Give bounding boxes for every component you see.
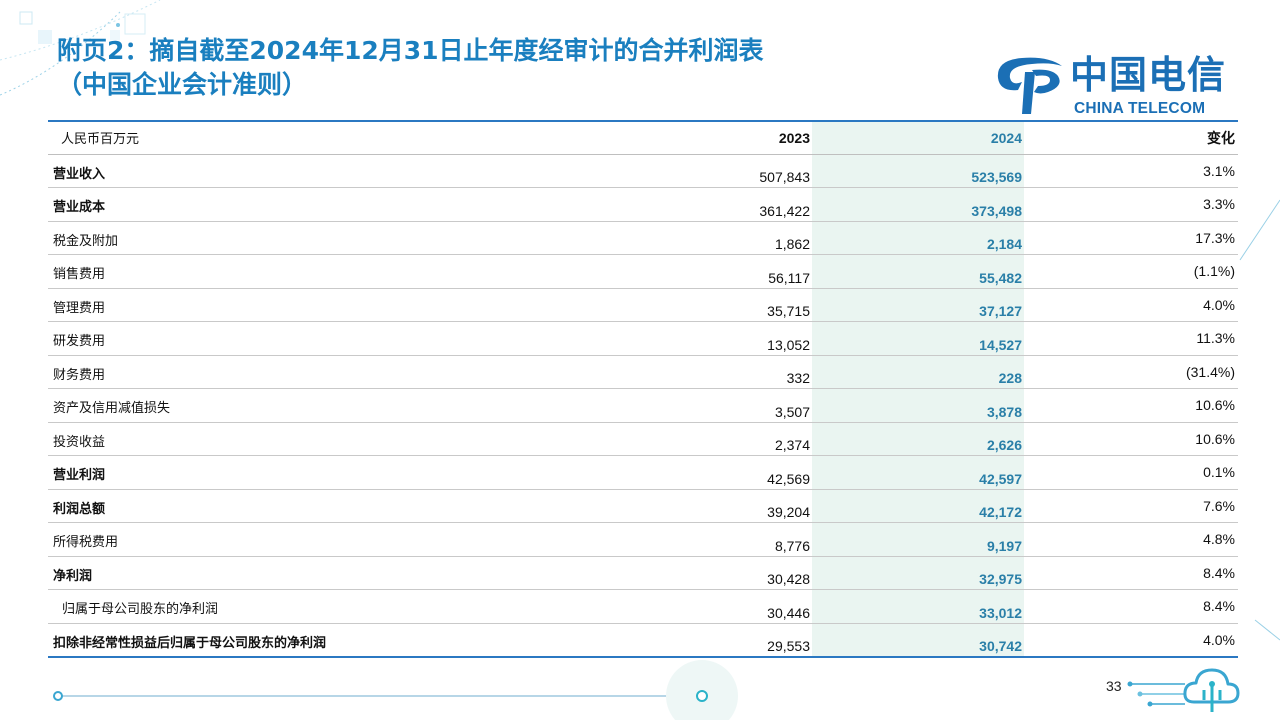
value-2023: 30,446 — [608, 589, 812, 624]
value-2023: 56,117 — [608, 254, 812, 289]
value-change: 4.0% — [1024, 623, 1238, 658]
value-2024: 2,184 — [812, 221, 1024, 255]
value-2024: 3,878 — [812, 388, 1024, 423]
table-row: 扣除非经常性损益后归属于母公司股东的净利润 29,553 30,742 4.0% — [48, 623, 1238, 658]
value-2024: 2,626 — [812, 422, 1024, 456]
value-change: (1.1%) — [1024, 254, 1238, 289]
row-label: 所得税费用 — [48, 522, 608, 557]
value-change: 8.4% — [1024, 589, 1238, 624]
table-row: 利润总额 39,204 42,172 7.6% — [48, 489, 1238, 523]
logo-english-text: CHINA TELECOM — [1074, 100, 1206, 117]
value-2024: 373,498 — [812, 187, 1024, 222]
table-row: 研发费用 13,052 14,527 11.3% — [48, 321, 1238, 356]
value-2023: 35,715 — [608, 288, 812, 322]
row-label: 营业利润 — [48, 455, 608, 490]
value-change: (31.4%) — [1024, 355, 1238, 389]
table-row: 财务费用 332 228 (31.4%) — [48, 355, 1238, 389]
value-2023: 30,428 — [608, 556, 812, 590]
value-change: 7.6% — [1024, 489, 1238, 523]
page-title: 附页2：摘自截至2024年12月31日止年度经审计的合并利润表 （中国企业会计准… — [57, 34, 764, 102]
value-2023: 507,843 — [608, 154, 812, 188]
income-statement-table: 人民币百万元 2023 2024 变化 营业收入 507,843 523,569… — [48, 120, 1238, 658]
table-row: 归属于母公司股东的净利润 30,446 33,012 8.4% — [48, 589, 1238, 624]
table-row: 管理费用 35,715 37,127 4.0% — [48, 288, 1238, 322]
value-change: 10.6% — [1024, 388, 1238, 423]
value-change: 0.1% — [1024, 455, 1238, 490]
value-2024: 228 — [812, 355, 1024, 389]
column-header-unit: 人民币百万元 — [48, 120, 608, 155]
income-statement-table-wrapper: 人民币百万元 2023 2024 变化 营业收入 507,843 523,569… — [48, 120, 1238, 658]
table-row: 税金及附加 1,862 2,184 17.3% — [48, 221, 1238, 255]
row-label: 研发费用 — [48, 321, 608, 356]
page-title-line1: 附页2：摘自截至2024年12月31日止年度经审计的合并利润表 — [57, 36, 764, 65]
table-row: 营业利润 42,569 42,597 0.1% — [48, 455, 1238, 490]
value-change: 4.8% — [1024, 522, 1238, 557]
page-number: 33 — [1106, 678, 1122, 694]
row-label: 利润总额 — [48, 489, 608, 523]
row-label: 营业成本 — [48, 187, 608, 222]
value-2023: 3,507 — [608, 388, 812, 423]
value-2024: 42,172 — [812, 489, 1024, 523]
table-row: 净利润 30,428 32,975 8.4% — [48, 556, 1238, 590]
row-label: 净利润 — [48, 556, 608, 590]
value-change: 8.4% — [1024, 556, 1238, 590]
slide: 附页2：摘自截至2024年12月31日止年度经审计的合并利润表 （中国企业会计准… — [0, 0, 1280, 720]
value-2024: 523,569 — [812, 154, 1024, 188]
value-2024: 55,482 — [812, 254, 1024, 289]
row-label: 税金及附加 — [48, 221, 608, 255]
value-2024: 33,012 — [812, 589, 1024, 624]
table-row: 资产及信用减值损失 3,507 3,878 10.6% — [48, 388, 1238, 423]
row-label: 归属于母公司股东的净利润 — [48, 589, 608, 624]
value-2024: 37,127 — [812, 288, 1024, 322]
value-2023: 29,553 — [608, 623, 812, 658]
value-2024: 9,197 — [812, 522, 1024, 557]
cloud-icon — [1183, 668, 1240, 712]
value-2024: 30,742 — [812, 623, 1024, 658]
row-label: 销售费用 — [48, 254, 608, 289]
value-2023: 332 — [608, 355, 812, 389]
table-row: 所得税费用 8,776 9,197 4.8% — [48, 522, 1238, 557]
row-label: 财务费用 — [48, 355, 608, 389]
value-2023: 1,862 — [608, 221, 812, 255]
value-2023: 13,052 — [608, 321, 812, 356]
column-header-2023: 2023 — [608, 120, 812, 155]
value-2023: 2,374 — [608, 422, 812, 456]
value-change: 4.0% — [1024, 288, 1238, 322]
row-label: 营业收入 — [48, 154, 608, 188]
china-telecom-logo-icon — [997, 57, 1062, 114]
china-telecom-logo: 中国电信 CHINA TELECOM — [992, 52, 1232, 122]
column-header-change: 变化 — [1024, 120, 1238, 155]
logo-chinese-text: 中国电信 — [1070, 53, 1227, 97]
value-2023: 42,569 — [608, 455, 812, 490]
table-row: 营业成本 361,422 373,498 3.3% — [48, 187, 1238, 222]
value-2024: 14,527 — [812, 321, 1024, 356]
value-2024: 42,597 — [812, 455, 1024, 490]
value-change: 10.6% — [1024, 422, 1238, 456]
row-label: 投资收益 — [48, 422, 608, 456]
value-change: 11.3% — [1024, 321, 1238, 356]
page-title-line2: （中国企业会计准则） — [57, 70, 308, 99]
value-change: 3.3% — [1024, 187, 1238, 222]
value-2023: 8,776 — [608, 522, 812, 557]
value-2024: 32,975 — [812, 556, 1024, 590]
column-header-2024: 2024 — [812, 120, 1024, 155]
row-label: 资产及信用减值损失 — [48, 388, 608, 423]
table-header-row: 人民币百万元 2023 2024 变化 — [48, 120, 1238, 155]
value-2023: 361,422 — [608, 187, 812, 222]
value-change: 17.3% — [1024, 221, 1238, 255]
table-row: 销售费用 56,117 55,482 (1.1%) — [48, 254, 1238, 289]
row-label: 扣除非经常性损益后归属于母公司股东的净利润 — [48, 623, 608, 658]
table-row: 营业收入 507,843 523,569 3.1% — [48, 154, 1238, 188]
value-2023: 39,204 — [608, 489, 812, 523]
table-row: 投资收益 2,374 2,626 10.6% — [48, 422, 1238, 456]
row-label: 管理费用 — [48, 288, 608, 322]
value-change: 3.1% — [1024, 154, 1238, 188]
